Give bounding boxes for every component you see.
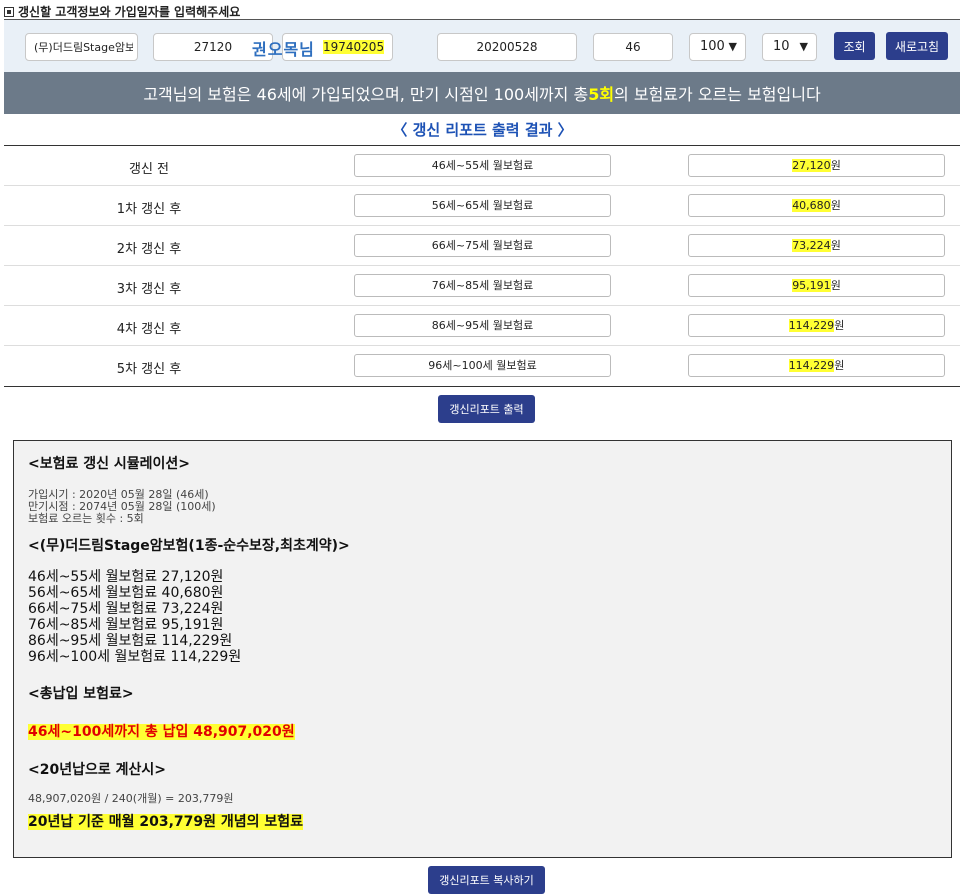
row-label: 3차 갱신 후 bbox=[116, 282, 182, 297]
row-label: 4차 갱신 후 bbox=[116, 322, 182, 337]
row-label: 5차 갱신 후 bbox=[116, 362, 182, 377]
row-range: 76세~85세 월보험료 bbox=[354, 274, 611, 297]
amount-unit: 원 bbox=[830, 199, 841, 212]
chevron-down-icon: ▼ bbox=[799, 40, 808, 53]
row-amount: 114,229원 bbox=[688, 314, 945, 337]
premium-line: 66세~75세 월보험료 73,224원 bbox=[28, 601, 224, 617]
simulation-title: <보험료 갱신 시뮬레이션> bbox=[28, 456, 191, 472]
amount-unit: 원 bbox=[834, 359, 845, 372]
amount-value: 114,229 bbox=[788, 359, 835, 372]
renewal-table: 갱신 전 46세~55세 월보험료 27,120원 1차 갱신 후 56세~65… bbox=[4, 145, 960, 387]
refresh-button[interactable]: 새로고침 bbox=[886, 32, 948, 60]
customer-name-label: 권오목님 bbox=[252, 40, 315, 59]
amount-unit: 원 bbox=[830, 239, 841, 252]
row-label: 2차 갱신 후 bbox=[116, 242, 182, 257]
total-line: 46세~100세까지 총 납입 48,907,020원 bbox=[28, 724, 295, 740]
print-report-button[interactable]: 갱신리포트 출력 bbox=[438, 395, 535, 423]
copy-report-button[interactable]: 갱신리포트 복사하기 bbox=[428, 866, 545, 894]
search-button[interactable]: 조회 bbox=[834, 32, 875, 60]
row-label: 1차 갱신 후 bbox=[116, 202, 182, 217]
amount-value: 95,191 bbox=[792, 279, 831, 292]
row-range: 56세~65세 월보험료 bbox=[354, 194, 611, 217]
summary-line: 20년납 기준 매월 203,779원 개념의 보험료 bbox=[28, 814, 304, 830]
renewal-period-value: 10 bbox=[773, 39, 790, 54]
chevron-down-icon: ▼ bbox=[728, 40, 737, 53]
section-header: 갱신할 고객정보와 가입일자를 입력해주세요 bbox=[4, 3, 240, 20]
amount-value: 73,224 bbox=[792, 239, 831, 252]
table-row: 1차 갱신 후 56세~65세 월보험료 40,680원 bbox=[4, 186, 960, 226]
result-title: 〈 갱신 리포트 출력 결과 〉 bbox=[392, 121, 573, 139]
join-age-input[interactable] bbox=[593, 33, 673, 61]
row-amount: 73,224원 bbox=[688, 234, 945, 257]
renewal-period-select[interactable]: 10 ▼ bbox=[762, 33, 817, 61]
table-row: 5차 갱신 후 96세~100세 월보험료 114,229원 bbox=[4, 346, 960, 386]
table-row: 4차 갱신 후 86세~95세 월보험료 114,229원 bbox=[4, 306, 960, 346]
row-amount: 40,680원 bbox=[688, 194, 945, 217]
table-row: 2차 갱신 후 66세~75세 월보험료 73,224원 bbox=[4, 226, 960, 266]
summary-banner: 고객님의 보험은 46세에 가입되었으며, 만기 시점인 100세까지 총 5회… bbox=[4, 72, 960, 114]
premium-line: 56세~65세 월보험료 40,680원 bbox=[28, 585, 224, 601]
premium-line: 76세~85세 월보험료 95,191원 bbox=[28, 617, 224, 633]
total-title: <총납입 보험료> bbox=[28, 686, 134, 702]
banner-suffix: 의 보험료가 오르는 보험입니다 bbox=[614, 85, 821, 104]
simulation-panel: <보험료 갱신 시뮬레이션> 가입시기 : 2020년 05월 28일 (46세… bbox=[13, 440, 952, 858]
renewal-count-line: 보험료 오르는 횟수 : 5회 bbox=[28, 512, 144, 525]
amount-value: 40,680 bbox=[792, 199, 831, 212]
banner-count: 5회 bbox=[588, 85, 615, 104]
section-header-title: 갱신할 고객정보와 가입일자를 입력해주세요 bbox=[18, 5, 241, 19]
amount-value: 27,120 bbox=[792, 159, 831, 172]
maturity-age-value: 100 bbox=[700, 39, 725, 54]
amount-unit: 원 bbox=[830, 279, 841, 292]
premium-line: 86세~95세 월보험료 114,229원 bbox=[28, 633, 233, 649]
product-title: <(무)더드림Stage암보험(1종-순수보장,최초계약)> bbox=[28, 538, 350, 554]
row-amount: 114,229원 bbox=[688, 354, 945, 377]
row-range: 86세~95세 월보험료 bbox=[354, 314, 611, 337]
table-row: 3차 갱신 후 76세~85세 월보험료 95,191원 bbox=[4, 266, 960, 306]
customer-form: 19740205 권오목님 100 ▼ 10 ▼ 조회 새로고침 bbox=[4, 20, 960, 72]
amount-unit: 원 bbox=[834, 319, 845, 332]
row-amount: 27,120원 bbox=[688, 154, 945, 177]
premium-line: 46세~55세 월보험료 27,120원 bbox=[28, 569, 224, 585]
row-range: 66세~75세 월보험료 bbox=[354, 234, 611, 257]
premium-line: 96세~100세 월보험료 114,229원 bbox=[28, 649, 242, 665]
maturity-age-select[interactable]: 100 ▼ bbox=[689, 33, 746, 61]
table-row: 갱신 전 46세~55세 월보험료 27,120원 bbox=[4, 146, 960, 186]
maturity-line: 만기시점 : 2074년 05월 28일 (100세) bbox=[28, 500, 216, 513]
square-bullet-icon bbox=[4, 6, 14, 17]
amount-unit: 원 bbox=[830, 159, 841, 172]
join-date-input[interactable] bbox=[437, 33, 577, 61]
calc-line: 48,907,020원 / 240(개월) = 203,779원 bbox=[28, 792, 234, 805]
row-range: 46세~55세 월보험료 bbox=[354, 154, 611, 177]
row-range: 96세~100세 월보험료 bbox=[354, 354, 611, 377]
row-amount: 95,191원 bbox=[688, 274, 945, 297]
amount-value: 114,229 bbox=[788, 319, 835, 332]
twenty-year-title: <20년납으로 계산시> bbox=[28, 762, 166, 778]
product-name-input[interactable] bbox=[25, 33, 138, 61]
row-label: 갱신 전 bbox=[128, 162, 169, 177]
birth-date-value: 19740205 bbox=[323, 40, 385, 54]
banner-prefix: 고객님의 보험은 46세에 가입되었으며, 만기 시점인 100세까지 총 bbox=[143, 85, 589, 104]
